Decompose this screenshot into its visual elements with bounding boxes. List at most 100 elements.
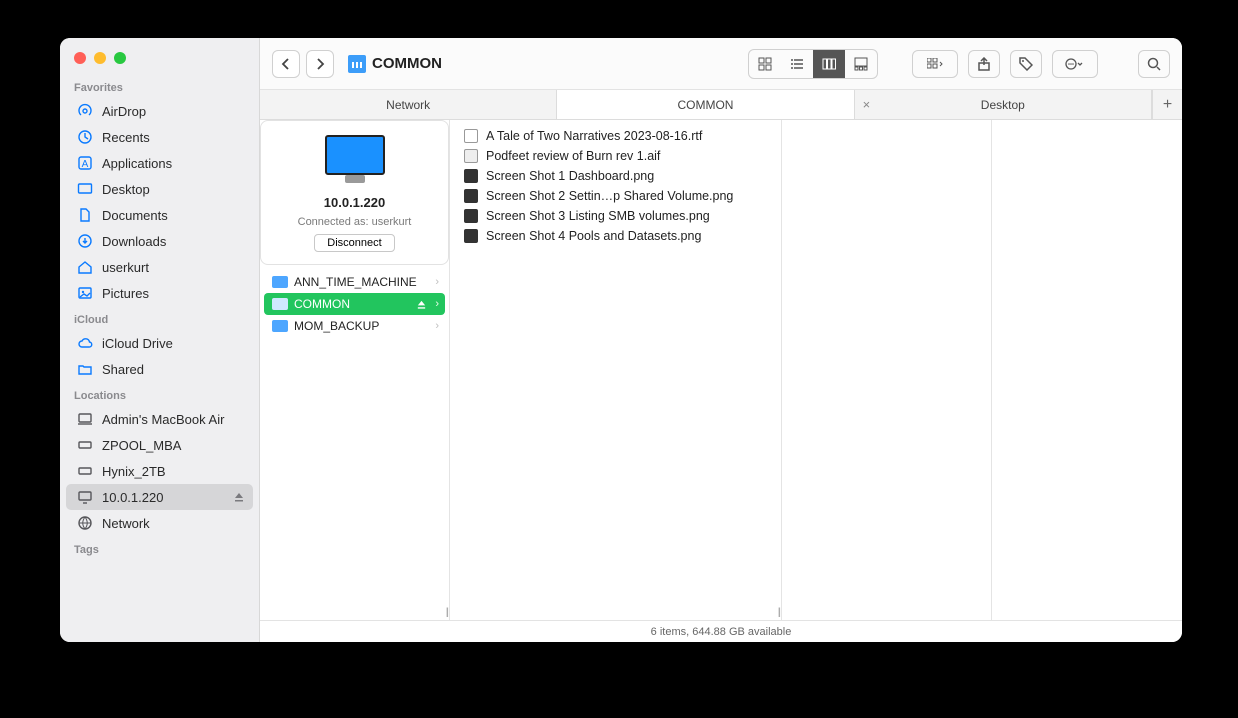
sidebar-item-network[interactable]: Network [66, 510, 253, 536]
share-row[interactable]: ANN_TIME_MACHINE› [264, 271, 445, 293]
cloud-icon [76, 334, 94, 352]
sidebar-item-server[interactable]: 10.0.1.220 [66, 484, 253, 510]
column-server: 10.0.1.220 Connected as: userkurt Discon… [260, 120, 450, 620]
tab-network[interactable]: Network [260, 90, 557, 119]
eject-icon[interactable] [233, 491, 245, 503]
status-bar: 6 items, 644.88 GB available [260, 620, 1182, 642]
zoom-window-button[interactable] [114, 52, 126, 64]
view-list-button[interactable] [781, 50, 813, 78]
file-row[interactable]: Screen Shot 2 Settin…p Shared Volume.png [450, 186, 781, 206]
file-row[interactable]: Screen Shot 4 Pools and Datasets.png [450, 226, 781, 246]
laptop-icon [76, 410, 94, 428]
eject-icon[interactable] [416, 299, 427, 310]
server-info-card: 10.0.1.220 Connected as: userkurt Discon… [260, 120, 449, 265]
sidebar-item-documents[interactable]: Documents [66, 202, 253, 228]
sidebar-item-label: Network [102, 516, 150, 531]
sidebar-item-hynix[interactable]: Hynix_2TB [66, 458, 253, 484]
sharepoint-icon [272, 276, 288, 288]
sidebar-item-label: Downloads [102, 234, 166, 249]
image-file-icon [464, 169, 478, 183]
sidebar-item-label: Pictures [102, 286, 149, 301]
sidebar-item-label: Admin's MacBook Air [102, 412, 224, 427]
share-row[interactable]: COMMON› [264, 293, 445, 315]
tab-label: Desktop [981, 98, 1025, 112]
sidebar-item-label: ZPOOL_MBA [102, 438, 181, 453]
sidebar-item-label: Recents [102, 130, 150, 145]
tab-desktop[interactable]: × Desktop [855, 90, 1152, 119]
sidebar-item-desktop[interactable]: Desktop [66, 176, 253, 202]
file-name: Podfeet review of Burn rev 1.aif [486, 149, 660, 163]
column-resize-handle[interactable]: || [778, 607, 779, 618]
disk-icon [76, 462, 94, 480]
disk-icon [76, 436, 94, 454]
disconnect-button[interactable]: Disconnect [314, 234, 394, 252]
column-empty-1 [782, 120, 992, 620]
image-file-icon [464, 189, 478, 203]
view-columns-button[interactable] [813, 50, 845, 78]
tab-common[interactable]: COMMON [557, 90, 854, 119]
file-name: Screen Shot 1 Dashboard.png [486, 169, 654, 183]
new-tab-button[interactable]: + [1152, 90, 1182, 119]
tags-button[interactable] [1010, 50, 1042, 78]
sidebar-item-label: AirDrop [102, 104, 146, 119]
chevron-right-icon: › [435, 320, 439, 332]
forward-button[interactable] [306, 50, 334, 78]
file-row[interactable]: Podfeet review of Burn rev 1.aif [450, 146, 781, 166]
server-name: 10.0.1.220 [324, 195, 385, 210]
sidebar-item-icloud-drive[interactable]: iCloud Drive [66, 330, 253, 356]
sidebar-section-tags: Tags [60, 536, 259, 560]
sidebar-item-airdrop[interactable]: AirDrop [66, 98, 253, 124]
view-icon-button[interactable] [749, 50, 781, 78]
nav-buttons [272, 50, 334, 78]
svg-text:A: A [82, 159, 89, 170]
airdrop-icon [76, 102, 94, 120]
sidebar-item-this-mac[interactable]: Admin's MacBook Air [66, 406, 253, 432]
sidebar-item-downloads[interactable]: Downloads [66, 228, 253, 254]
sidebar-item-pictures[interactable]: Pictures [66, 280, 253, 306]
tab-bar: Network COMMON × Desktop + [260, 90, 1182, 120]
search-button[interactable] [1138, 50, 1170, 78]
file-name: Screen Shot 2 Settin…p Shared Volume.png [486, 189, 733, 203]
column-resize-handle[interactable]: || [446, 607, 447, 618]
image-file-icon [464, 229, 478, 243]
tab-label: COMMON [677, 98, 733, 112]
chevron-right-icon: › [435, 276, 439, 288]
share-button[interactable] [968, 50, 1000, 78]
close-window-button[interactable] [74, 52, 86, 64]
share-row[interactable]: MOM_BACKUP› [264, 315, 445, 337]
file-name: A Tale of Two Narratives 2023-08-16.rtf [486, 129, 702, 143]
audio-file-icon [464, 149, 478, 163]
sidebar-item-recents[interactable]: Recents [66, 124, 253, 150]
sharepoint-icon [272, 298, 288, 310]
sidebar-section-locations: Locations [60, 382, 259, 406]
sidebar-item-label: Shared [102, 362, 144, 377]
view-gallery-button[interactable] [845, 50, 877, 78]
back-button[interactable] [272, 50, 300, 78]
window-title: COMMON [348, 55, 442, 73]
rtf-file-icon [464, 129, 478, 143]
action-menu-button[interactable] [1052, 50, 1098, 78]
finder-window: Favorites AirDrop Recents AApplications … [60, 38, 1182, 642]
sharepoint-icon [272, 320, 288, 332]
file-row[interactable]: Screen Shot 3 Listing SMB volumes.png [450, 206, 781, 226]
chevron-right-icon: › [435, 298, 439, 310]
desktop-icon [76, 180, 94, 198]
sidebar-item-home[interactable]: userkurt [66, 254, 253, 280]
file-row[interactable]: Screen Shot 1 Dashboard.png [450, 166, 781, 186]
sidebar-item-zpool[interactable]: ZPOOL_MBA [66, 432, 253, 458]
file-row[interactable]: A Tale of Two Narratives 2023-08-16.rtf [450, 126, 781, 146]
server-connected-as: Connected as: userkurt [298, 216, 412, 228]
sidebar-section-favorites: Favorites [60, 74, 259, 98]
close-tab-button[interactable]: × [863, 97, 871, 112]
minimize-window-button[interactable] [94, 52, 106, 64]
sharepoint-icon [348, 55, 366, 73]
column-browser: 10.0.1.220 Connected as: userkurt Discon… [260, 120, 1182, 620]
sidebar-item-label: userkurt [102, 260, 149, 275]
group-by-button[interactable] [912, 50, 958, 78]
file-name: Screen Shot 4 Pools and Datasets.png [486, 229, 701, 243]
toolbar: COMMON [260, 38, 1182, 90]
shared-folder-icon [76, 360, 94, 378]
sidebar-item-shared[interactable]: Shared [66, 356, 253, 382]
sidebar-item-applications[interactable]: AApplications [66, 150, 253, 176]
sidebar-item-label: Documents [102, 208, 168, 223]
